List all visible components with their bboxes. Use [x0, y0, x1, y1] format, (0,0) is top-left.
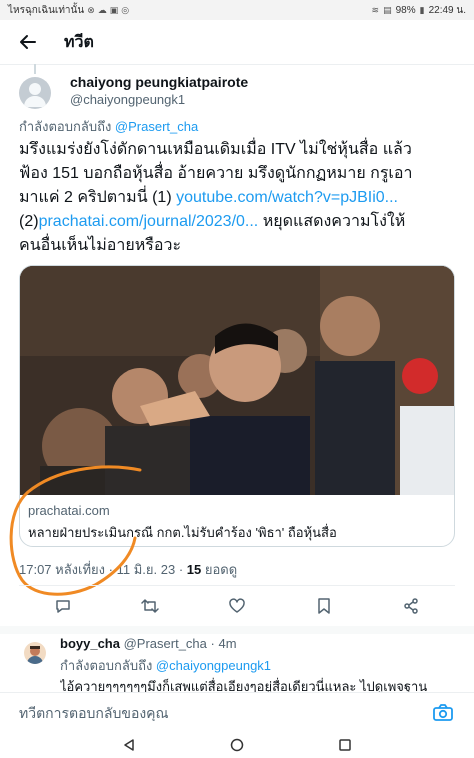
- replying-to-handle[interactable]: @Prasert_cha: [115, 119, 198, 134]
- share-icon[interactable]: [397, 592, 425, 620]
- tweet-text-line: คนอื่นเห็นไม่อายหรือวะ: [19, 237, 182, 254]
- reply-age: 4m: [218, 636, 237, 651]
- tweet-text-segment: (2): [19, 213, 39, 230]
- tweet-meta: 17:07 หลังเที่ยง · 11 มิ.ย. 23 · 15 ยอดด…: [19, 559, 237, 580]
- square-recents-icon[interactable]: [336, 736, 354, 754]
- avatar[interactable]: [19, 77, 51, 109]
- reply-input[interactable]: [19, 704, 431, 721]
- prachatai-link[interactable]: prachatai.com/journal/2023/0...: [39, 213, 259, 230]
- app-icon: ▣: [109, 4, 119, 15]
- tweet-date: 11 มิ.ย. 23: [116, 562, 176, 577]
- tweet-text-segment: หยุดแสดงความโง่ให้: [258, 213, 406, 230]
- tweet-text-line: มรึงแมร่งยังโง่ดักดานเหมือนเดิมเมื่อ ITV…: [19, 141, 412, 158]
- status-time: 22:49 น.: [428, 4, 466, 16]
- status-notification-text: ไหรฉุกเฉินเท่านั้น: [8, 4, 85, 16]
- replying-to: กำลังตอบกลับถึง @Prasert_cha: [19, 116, 198, 137]
- tweet-text-line: มาแค่ 2 คริปตามนี่ (1) youtube.com/watch…: [19, 186, 461, 210]
- reply-replying-to: กำลังตอบกลับถึง @chaiyongpeungk1: [60, 655, 271, 676]
- heart-icon[interactable]: [223, 592, 251, 620]
- replying-to-label: กำลังตอบกลับถึง: [60, 658, 153, 673]
- thread-connector-line: [34, 64, 36, 74]
- battery-icon: ▮: [419, 4, 425, 15]
- bookmark-icon[interactable]: [310, 592, 338, 620]
- comment-icon[interactable]: [49, 592, 77, 620]
- youtube-link[interactable]: youtube.com/watch?v=pJBIi0...: [176, 189, 398, 206]
- status-left: ไหรฉุกเฉินเท่านั้น ⊗ ☁ ▣ ◎: [8, 3, 129, 18]
- link-preview-card[interactable]: prachatai.com หลายฝ่ายประเมินกรณี กกต.ไม…: [19, 265, 455, 547]
- arrow-left-icon[interactable]: [18, 32, 38, 52]
- reply-author-handle[interactable]: @Prasert_cha: [124, 636, 207, 651]
- card-image[interactable]: [20, 266, 454, 495]
- author-name[interactable]: chaiyong peungkiatpairote: [70, 74, 248, 90]
- section-divider: [0, 626, 474, 634]
- tweet-text-line: ฟ้อง 151 บอกถือหุ้นสื่อ อ้ายควาย มรึงดูน…: [19, 165, 413, 182]
- status-right: ≋ ▤ 98% ▮ 22:49 น.: [372, 3, 466, 18]
- view-label: ยอดดู: [204, 562, 238, 577]
- triangle-back-icon[interactable]: [120, 736, 138, 754]
- card-title: หลายฝ่ายประเมินกรณี กกต.ไม่รับคำร้อง 'พิ…: [28, 525, 337, 540]
- sync-icon: ⊗: [87, 4, 95, 15]
- meta-divider: [19, 585, 455, 586]
- reply-author-name[interactable]: boyy_cha: [60, 636, 120, 651]
- battery-level: 98%: [395, 4, 416, 16]
- card-domain: prachatai.com: [28, 503, 110, 518]
- status-bar: ไหรฉุกเฉินเท่านั้น ⊗ ☁ ▣ ◎ ≋ ▤ 98% ▮ 22:…: [0, 0, 474, 20]
- reply-author-line: boyy_cha @Prasert_cha · 4m: [60, 636, 237, 651]
- sim-icon: ▤: [383, 4, 392, 15]
- meta-separator: ·: [210, 636, 215, 651]
- tweet-text: มรึงแมร่งยังโง่ดักดานเหมือนเดิมเมื่อ ITV…: [19, 138, 461, 258]
- tweet-text-line: (2)prachatai.com/journal/2023/0... หยุดแ…: [19, 210, 461, 234]
- camera-icon[interactable]: [431, 701, 455, 725]
- meta-separator: ·: [178, 562, 187, 577]
- meta-separator: ·: [108, 562, 117, 577]
- reply-compose-bar: [0, 692, 474, 732]
- page-title: ทวีต: [64, 33, 94, 51]
- replying-to-handle[interactable]: @chaiyongpeungk1: [156, 658, 271, 673]
- instagram-icon: ◎: [121, 4, 130, 15]
- header-divider: [0, 64, 474, 65]
- circle-home-icon[interactable]: [228, 736, 246, 754]
- tweet-text-segment: มาแค่ 2 คริปตามนี่ (1): [19, 189, 177, 206]
- replying-to-label: กำลังตอบกลับถึง: [19, 119, 112, 134]
- tweet-time: 17:07 หลังเที่ยง: [19, 562, 106, 577]
- tweet-action-bar: [0, 590, 474, 622]
- wifi-icon: ≋: [371, 4, 380, 15]
- system-nav-bar: [0, 732, 474, 758]
- cloud-icon: ☁: [97, 4, 107, 15]
- retweet-icon[interactable]: [136, 592, 164, 620]
- view-count[interactable]: 15: [187, 562, 201, 577]
- app-header: ทวีต: [0, 22, 474, 62]
- author-handle[interactable]: @chaiyongpeungk1: [70, 92, 185, 107]
- avatar[interactable]: [24, 642, 46, 664]
